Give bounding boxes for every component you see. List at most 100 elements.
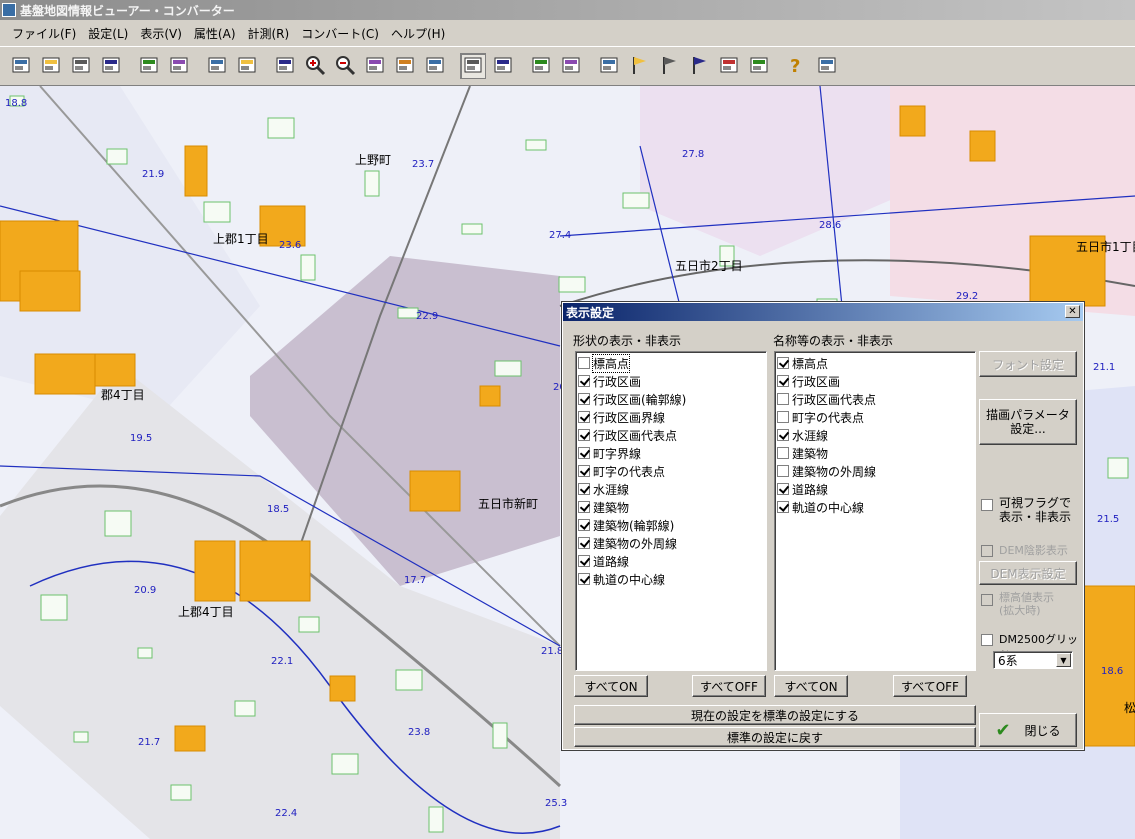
bar-button[interactable]	[716, 53, 742, 79]
elev-display-checkbox[interactable]	[981, 594, 993, 606]
visible-flag-check[interactable]: 可視フラグで 表示・非表示	[981, 496, 1081, 524]
list-item[interactable]: 軌道の中心線	[777, 498, 973, 516]
arrow-button[interactable]	[392, 53, 418, 79]
flag3-button[interactable]	[686, 53, 712, 79]
list-item[interactable]: 道路線	[578, 552, 764, 570]
print-button[interactable]	[746, 53, 772, 79]
checkbox[interactable]	[578, 519, 590, 531]
new-button[interactable]	[8, 53, 34, 79]
checkbox[interactable]	[578, 393, 590, 405]
menu-convert[interactable]: コンバート(C)	[295, 25, 385, 42]
menu-view[interactable]: 表示(V)	[134, 25, 188, 42]
paint-button[interactable]	[596, 53, 622, 79]
zoom-in-button[interactable]	[302, 53, 328, 79]
list-item[interactable]: 道路線	[777, 480, 973, 498]
layer-button[interactable]	[136, 53, 162, 79]
ruler-button[interactable]	[490, 53, 516, 79]
list-item[interactable]: 標高点	[777, 354, 973, 372]
close-button[interactable]: ✔ 閉じる	[979, 713, 1077, 747]
save-as-button[interactable]	[98, 53, 124, 79]
flag-button[interactable]	[626, 53, 652, 79]
visible-flag-checkbox[interactable]	[981, 499, 993, 511]
checkbox[interactable]	[777, 447, 789, 459]
chevron-down-icon[interactable]: ▼	[1056, 653, 1071, 667]
list-item[interactable]: 水涯線	[578, 480, 764, 498]
help-button[interactable]: ?	[784, 53, 810, 79]
table2-button[interactable]	[558, 53, 584, 79]
shape-list[interactable]: 標高点 行政区画 行政区画(輪郭線) 行政区画界線 行政区画代表点 町字界線 町字の代表点水…	[575, 351, 767, 671]
menu-attribute[interactable]: 属性(A)	[188, 25, 242, 42]
list-item[interactable]: 行政区画代表点	[578, 426, 764, 444]
dem-shade-checkbox[interactable]	[981, 545, 993, 557]
checkbox[interactable]	[777, 411, 789, 423]
plus-minus-button[interactable]	[422, 53, 448, 79]
checkbox[interactable]	[578, 483, 590, 495]
dem-settings-button[interactable]: DEM表示設定	[979, 561, 1077, 585]
list-item[interactable]: 建築物	[777, 444, 973, 462]
flag2-button[interactable]	[656, 53, 682, 79]
list-item[interactable]: 行政区画	[578, 372, 764, 390]
checkbox[interactable]	[578, 429, 590, 441]
checkbox[interactable]	[777, 483, 789, 495]
checkbox[interactable]	[578, 555, 590, 567]
checkbox[interactable]	[578, 411, 590, 423]
dm2500-checkbox[interactable]	[981, 634, 993, 646]
checkbox[interactable]	[578, 465, 590, 477]
pan-button[interactable]	[460, 53, 486, 79]
list-item[interactable]: 町字の代表点	[578, 462, 764, 480]
list-item[interactable]: 行政区画	[777, 372, 973, 390]
rectangle-button[interactable]	[272, 53, 298, 79]
name-list[interactable]: 標高点 行政区画 行政区画代表点 町字の代表点 水涯線 建築物 建築物の外周線 道路線 軌道の中…	[774, 351, 976, 671]
list-item[interactable]: 町字界線	[578, 444, 764, 462]
set-default-button[interactable]: 現在の設定を標準の設定にする	[574, 705, 976, 725]
list-item[interactable]: 町字の代表点	[777, 408, 973, 426]
elev-display-check[interactable]: 標高値表示 (拡大時)	[981, 591, 1081, 617]
list-item[interactable]: 行政区画(輪郭線)	[578, 390, 764, 408]
menu-help[interactable]: ヘルプ(H)	[385, 25, 451, 42]
save-button[interactable]	[68, 53, 94, 79]
list-item[interactable]: 建築物の外周線	[578, 534, 764, 552]
monitor-button[interactable]	[234, 53, 260, 79]
building-outline	[40, 594, 68, 621]
checkbox[interactable]	[777, 465, 789, 477]
checkbox[interactable]	[578, 573, 590, 585]
draw-params-button[interactable]: 描画パラメータ 設定...	[979, 399, 1077, 445]
list-item[interactable]: 建築物(輪郭線)	[578, 516, 764, 534]
list-item[interactable]: 行政区画代表点	[777, 390, 973, 408]
checkbox[interactable]	[777, 393, 789, 405]
name-all-off-button[interactable]: すべてOFF	[893, 675, 967, 697]
dialog-close-icon[interactable]: ✕	[1065, 305, 1080, 318]
menu-file[interactable]: ファイル(F)	[6, 25, 82, 42]
menu-measure[interactable]: 計測(R)	[242, 25, 296, 42]
checkbox[interactable]	[777, 375, 789, 387]
shape-all-off-button[interactable]: すべてOFF	[692, 675, 766, 697]
list-item[interactable]: 水涯線	[777, 426, 973, 444]
checkbox[interactable]	[578, 501, 590, 513]
layers-button[interactable]	[166, 53, 192, 79]
checkbox[interactable]	[578, 357, 590, 369]
open-button[interactable]	[38, 53, 64, 79]
checkbox[interactable]	[777, 501, 789, 513]
font-settings-button[interactable]: フォント設定	[979, 351, 1077, 377]
export-button[interactable]	[204, 53, 230, 79]
checkbox[interactable]	[777, 357, 789, 369]
checkbox[interactable]	[578, 537, 590, 549]
restore-default-button[interactable]: 標準の設定に戻す	[574, 727, 976, 747]
list-item[interactable]: 建築物の外周線	[777, 462, 973, 480]
table-button[interactable]	[528, 53, 554, 79]
checkbox[interactable]	[777, 429, 789, 441]
checkbox[interactable]	[578, 375, 590, 387]
list-item[interactable]: 行政区画界線	[578, 408, 764, 426]
dem-shade-check[interactable]: DEM陰影表示	[981, 542, 1081, 558]
name-all-on-button[interactable]: すべてON	[774, 675, 848, 697]
list-item[interactable]: 建築物	[578, 498, 764, 516]
checkbox[interactable]	[578, 447, 590, 459]
zone-select[interactable]: 6系 ▼	[993, 651, 1073, 669]
shape-all-on-button[interactable]: すべてON	[574, 675, 648, 697]
zoom-fit-button[interactable]	[362, 53, 388, 79]
list-item[interactable]: 軌道の中心線	[578, 570, 764, 588]
list-item[interactable]: 標高点	[578, 353, 764, 373]
zoom-out-button[interactable]	[332, 53, 358, 79]
menu-settings[interactable]: 設定(L)	[82, 25, 134, 42]
pointer-help-button[interactable]	[814, 53, 840, 79]
